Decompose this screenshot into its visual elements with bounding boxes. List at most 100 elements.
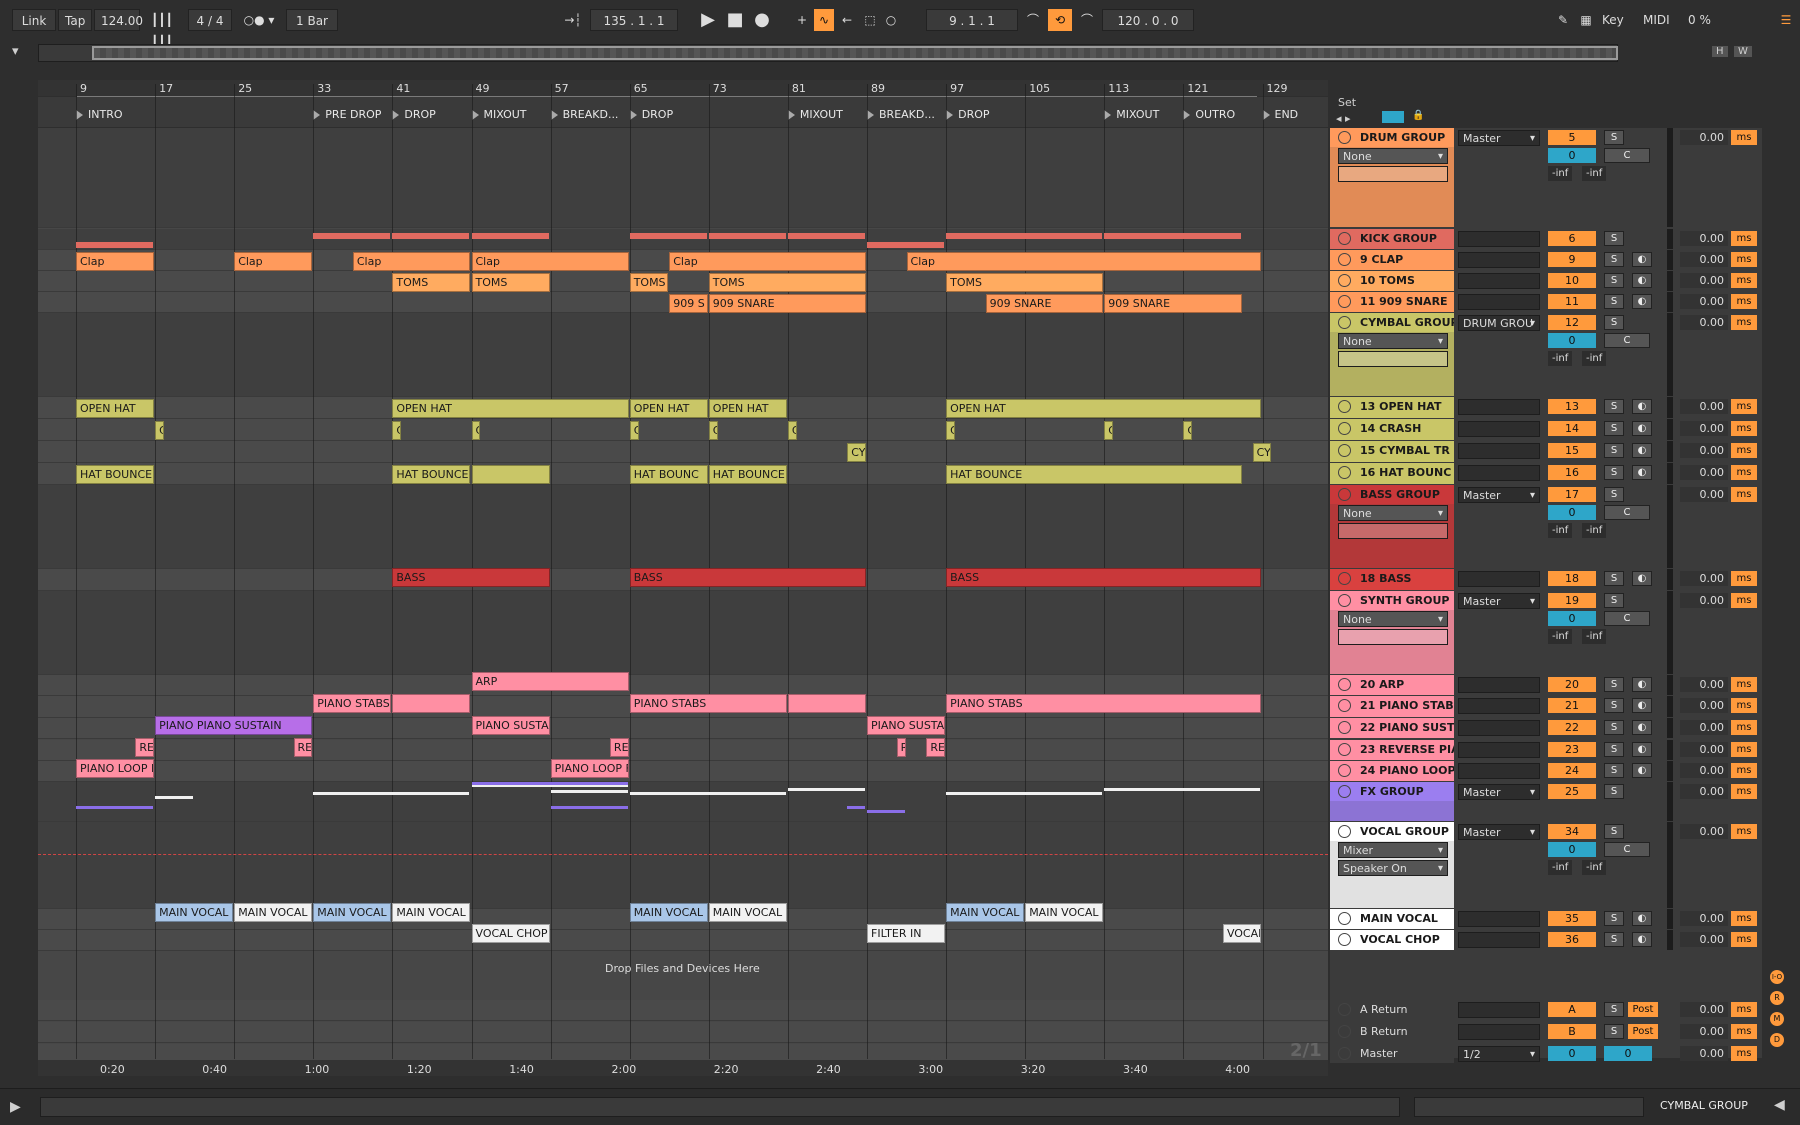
fx-automation-clip[interactable] bbox=[471, 782, 628, 785]
arrangement-clip[interactable]: REV bbox=[926, 738, 946, 757]
fx-clip[interactable] bbox=[313, 792, 470, 795]
group-clip-strip[interactable] bbox=[629, 233, 707, 239]
arrangement-clip[interactable]: C bbox=[787, 421, 797, 440]
arrangement-clip[interactable]: HAT BOUNC bbox=[629, 465, 708, 484]
master-pan[interactable]: 0 bbox=[1604, 1046, 1652, 1061]
arm-icon[interactable]: ◐ bbox=[1632, 252, 1652, 267]
input-channel[interactable] bbox=[1338, 629, 1448, 645]
fx-clip[interactable] bbox=[155, 796, 193, 799]
arm-icon[interactable]: ◐ bbox=[1632, 911, 1652, 926]
return-input[interactable] bbox=[1458, 1002, 1540, 1018]
track-delay[interactable]: 0.00 bbox=[1680, 487, 1728, 502]
center-button[interactable]: C bbox=[1604, 148, 1650, 163]
fx-automation-clip[interactable] bbox=[867, 810, 905, 813]
input-slot[interactable] bbox=[1458, 294, 1540, 310]
arrangement-clip[interactable]: TOMS bbox=[471, 273, 550, 292]
track-name[interactable]: 24 PIANO LOOP bbox=[1330, 761, 1454, 780]
arrangement-clip[interactable]: MAIN VOCAL bbox=[234, 903, 313, 922]
arm-icon[interactable]: ◐ bbox=[1632, 399, 1652, 414]
locator-marker[interactable]: DROP bbox=[392, 108, 436, 121]
delay-unit[interactable]: ms bbox=[1731, 465, 1757, 480]
track-number[interactable]: 13 bbox=[1548, 399, 1596, 414]
arrangement-clip[interactable]: MAIN VOCAL bbox=[946, 903, 1025, 922]
track-number[interactable]: 18 bbox=[1548, 571, 1596, 586]
collapse-icon[interactable]: ▾ bbox=[12, 44, 19, 59]
track-delay[interactable]: 0.00 bbox=[1680, 1046, 1728, 1061]
track-delay[interactable]: 0.00 bbox=[1680, 465, 1728, 480]
input-slot[interactable] bbox=[1458, 443, 1540, 459]
track-number[interactable]: 17 bbox=[1548, 487, 1596, 502]
arrangement-clip[interactable]: MAIN VOCAL bbox=[1025, 903, 1104, 922]
overdub-icon[interactable]: + bbox=[793, 9, 811, 31]
solo-button[interactable]: S bbox=[1604, 130, 1624, 145]
solo-button[interactable]: S bbox=[1604, 231, 1624, 246]
solo-button[interactable]: S bbox=[1604, 465, 1624, 480]
track-number[interactable]: 20 bbox=[1548, 677, 1596, 692]
group-clip-strip[interactable] bbox=[1104, 233, 1241, 239]
arrangement-clip[interactable]: TOMS bbox=[629, 273, 669, 292]
track-number[interactable]: 21 bbox=[1548, 698, 1596, 713]
delay-unit[interactable]: ms bbox=[1731, 1046, 1757, 1061]
track-lane[interactable] bbox=[38, 930, 1328, 951]
track-name[interactable]: BASS GROUP bbox=[1330, 485, 1454, 504]
input-slot[interactable] bbox=[1458, 911, 1540, 927]
arrangement-clip[interactable]: BASS bbox=[629, 568, 866, 587]
track-number[interactable]: 12 bbox=[1548, 315, 1596, 330]
track-lane[interactable] bbox=[38, 485, 1328, 569]
mixer-toggle-icon[interactable]: M bbox=[1770, 1012, 1784, 1026]
locator-marker[interactable]: MIXOUT bbox=[787, 108, 843, 121]
arm-icon[interactable]: ◐ bbox=[1632, 677, 1652, 692]
track-number[interactable]: 10 bbox=[1548, 273, 1596, 288]
arrangement-clip[interactable]: Clap bbox=[234, 252, 313, 271]
input-slot[interactable] bbox=[1458, 273, 1540, 289]
track-delay[interactable]: 0.00 bbox=[1680, 399, 1728, 414]
arrangement-clip[interactable]: TOMS bbox=[708, 273, 866, 292]
arrangement-clip[interactable]: C bbox=[471, 421, 481, 440]
fx-clip[interactable] bbox=[787, 788, 865, 791]
center-button[interactable]: C bbox=[1604, 842, 1650, 857]
track-number[interactable]: 5 bbox=[1548, 130, 1596, 145]
locator-marker[interactable]: DROP bbox=[629, 108, 673, 121]
lock-icon[interactable]: 🔒 bbox=[1412, 110, 1424, 121]
track-delay[interactable]: 0.00 bbox=[1680, 421, 1728, 436]
solo-button[interactable]: S bbox=[1604, 911, 1624, 926]
metronome-icon[interactable]: ○● ▾ bbox=[238, 9, 280, 31]
punch-out-icon[interactable]: ⌒ bbox=[1076, 9, 1098, 31]
track-delay[interactable]: 0.00 bbox=[1680, 130, 1728, 145]
track-delay[interactable]: 0.00 bbox=[1680, 784, 1728, 799]
locator-marker[interactable]: INTRO bbox=[76, 108, 123, 121]
return-input[interactable] bbox=[1458, 1024, 1540, 1040]
input-channel[interactable] bbox=[1338, 351, 1448, 367]
post-button[interactable]: Post bbox=[1628, 1002, 1658, 1017]
arrangement-clip[interactable]: PIANO LOOP F bbox=[76, 759, 155, 778]
arm-icon[interactable]: ◐ bbox=[1632, 698, 1652, 713]
input-slot[interactable] bbox=[1458, 763, 1540, 779]
pan-value[interactable]: 0 bbox=[1548, 842, 1596, 857]
track-number[interactable]: 22 bbox=[1548, 720, 1596, 735]
track-delay[interactable]: 0.00 bbox=[1680, 315, 1728, 330]
return-number[interactable]: 0 bbox=[1548, 1046, 1596, 1061]
return-number[interactable]: B bbox=[1548, 1024, 1596, 1039]
arrangement-clip[interactable]: TOMS bbox=[946, 273, 1104, 292]
delay-unit[interactable]: ms bbox=[1731, 720, 1757, 735]
arrangement-clip[interactable]: OPEN HAT bbox=[392, 399, 629, 418]
track-lane[interactable] bbox=[38, 128, 1328, 228]
input-slot[interactable] bbox=[1458, 720, 1540, 736]
return-name[interactable]: B Return bbox=[1330, 1022, 1454, 1041]
link-button[interactable]: Link bbox=[12, 9, 56, 31]
session-record-icon[interactable]: ○ bbox=[881, 9, 901, 31]
nav-arrows-icon[interactable]: ◂ ▸ bbox=[1336, 112, 1351, 125]
solo-button[interactable]: S bbox=[1604, 315, 1624, 330]
play-icon[interactable]: ▶ bbox=[696, 9, 720, 31]
track-name[interactable]: DRUM GROUP bbox=[1330, 128, 1454, 147]
track-delay[interactable]: 0.00 bbox=[1680, 593, 1728, 608]
arrangement-clip[interactable]: FILTER IN bbox=[867, 924, 946, 943]
delay-unit[interactable]: ms bbox=[1731, 593, 1757, 608]
track-lane[interactable] bbox=[38, 675, 1328, 696]
arrangement-clip[interactable]: C bbox=[708, 421, 718, 440]
arrangement-clip[interactable]: PIANO SUSTA bbox=[471, 716, 550, 735]
arrangement-clip[interactable]: PIANO STABS bbox=[629, 694, 787, 713]
edit-icon[interactable] bbox=[1382, 111, 1404, 123]
track-name[interactable]: SYNTH GROUP bbox=[1330, 591, 1454, 610]
track-delay[interactable]: 0.00 bbox=[1680, 294, 1728, 309]
